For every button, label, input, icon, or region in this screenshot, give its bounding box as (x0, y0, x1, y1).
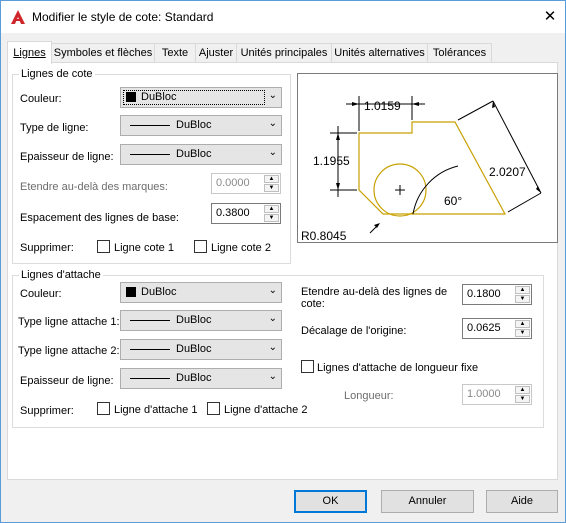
ext-type1-combo[interactable]: DuBloc ⌄ (120, 310, 282, 331)
dialog-window: Modifier le style de cote: Standard ✕ Li… (0, 0, 566, 523)
autocad-logo-icon (11, 10, 25, 24)
spin-down-icon[interactable]: ▼ (264, 184, 279, 192)
preview-dim-right: 2.0207 (489, 165, 526, 179)
dim-linetype-label: Type de ligne: (20, 122, 89, 134)
dim-extend-spinner[interactable]: 0.0000 ▲ ▼ (211, 173, 281, 194)
ext-lineweight-combo[interactable]: DuBloc ⌄ (120, 368, 282, 389)
dim-color-label: Couleur: (20, 93, 62, 105)
ext-offset-spinner[interactable]: 0.0625 ▲ ▼ (462, 318, 532, 339)
line-sample (130, 125, 170, 126)
tab-unites-alternatives[interactable]: Unités alternatives (331, 43, 428, 63)
suppress-ext-line-2-checkbox[interactable] (207, 402, 220, 415)
length-spinner[interactable]: 1.0000 ▲ ▼ (462, 384, 532, 405)
preview-panel: 1.0159 1.1955 2.0207 60° R0.8045 (297, 73, 558, 243)
fixed-length-checkbox[interactable] (301, 360, 314, 373)
preview-dim-left: 1.1955 (313, 154, 350, 168)
spin-up-icon[interactable]: ▲ (515, 386, 530, 394)
spin-down-icon[interactable]: ▼ (264, 214, 279, 222)
line-sample (130, 378, 170, 379)
preview-radius: R0.8045 (301, 229, 347, 242)
fixed-length-label: Lignes d'attache de longueur fixe (317, 362, 479, 374)
close-icon[interactable]: ✕ (536, 4, 564, 30)
tab-texte[interactable]: Texte (154, 43, 196, 63)
ext-extend-spinner[interactable]: 0.1800 ▲ ▼ (462, 284, 532, 305)
dim-lines-group-title: Lignes de cote (19, 68, 95, 80)
suppress-dim-line-1-label: Ligne cote 1 (114, 242, 174, 254)
spin-up-icon[interactable]: ▲ (264, 175, 279, 183)
ok-button[interactable]: OK (294, 490, 367, 513)
color-swatch (126, 92, 136, 102)
tab-unites-principales[interactable]: Unités principales (236, 43, 332, 63)
spin-down-icon[interactable]: ▼ (515, 295, 530, 303)
ext-offset-label: Décalage de l'origine: (301, 325, 407, 337)
preview-shape (358, 121, 507, 215)
ext-lines-group-title: Lignes d'attache (19, 269, 103, 281)
suppress-ext-line-2-label: Ligne d'attache 2 (224, 404, 308, 416)
tab-tolerances[interactable]: Tolérances (427, 43, 492, 63)
tab-symboles-fleches[interactable]: Symboles et flèches (51, 43, 155, 63)
line-sample (130, 349, 170, 350)
suppress-dim-line-1-checkbox[interactable] (97, 240, 110, 253)
dim-suppress-label: Supprimer: (20, 242, 74, 254)
ext-suppress-label: Supprimer: (20, 405, 74, 417)
title-bar: Modifier le style de cote: Standard ✕ (1, 1, 565, 33)
tab-ajuster[interactable]: Ajuster (195, 43, 237, 63)
dim-lineweight-label: Epaisseur de ligne: (20, 151, 114, 163)
length-label: Longueur: (344, 390, 394, 402)
chevron-down-icon: ⌄ (268, 285, 277, 296)
dim-baseline-label: Espacement des lignes de base: (20, 212, 179, 224)
tab-lignes[interactable]: Lignes (7, 41, 52, 64)
dim-linetype-combo[interactable]: DuBloc ⌄ (120, 115, 282, 136)
chevron-down-icon: ⌄ (268, 342, 277, 353)
cancel-button[interactable]: Annuler (381, 490, 474, 513)
suppress-dim-line-2-checkbox[interactable] (194, 240, 207, 253)
ext-lineweight-label: Epaisseur de ligne: (20, 375, 114, 387)
ext-type1-label: Type ligne attache 1: (18, 316, 120, 328)
spin-down-icon[interactable]: ▼ (515, 395, 530, 403)
ext-extend-label: Etendre au-delà des lignes de cote: (301, 286, 448, 310)
ext-type2-label: Type ligne attache 2: (18, 345, 120, 357)
ext-color-combo[interactable]: DuBloc ⌄ (120, 282, 282, 303)
suppress-ext-line-1-label: Ligne d'attache 1 (114, 404, 198, 416)
chevron-down-icon: ⌄ (268, 118, 277, 129)
dim-color-combo[interactable]: DuBloc ⌄ (120, 87, 282, 108)
chevron-down-icon: ⌄ (268, 90, 277, 101)
color-swatch (126, 287, 136, 297)
suppress-ext-line-1-checkbox[interactable] (97, 402, 110, 415)
ext-type2-combo[interactable]: DuBloc ⌄ (120, 339, 282, 360)
dim-baseline-spinner[interactable]: 0.3800 ▲ ▼ (211, 203, 281, 224)
spin-up-icon[interactable]: ▲ (515, 320, 530, 328)
chevron-down-icon: ⌄ (268, 147, 277, 158)
chevron-down-icon: ⌄ (268, 313, 277, 324)
chevron-down-icon: ⌄ (268, 371, 277, 382)
spin-down-icon[interactable]: ▼ (515, 329, 530, 337)
suppress-dim-line-2-label: Ligne cote 2 (211, 242, 271, 254)
spin-up-icon[interactable]: ▲ (515, 286, 530, 294)
line-sample (130, 320, 170, 321)
spin-up-icon[interactable]: ▲ (264, 205, 279, 213)
dim-extend-label: Etendre au-delà des marques: (20, 181, 168, 193)
dimension-preview-drawing: 1.0159 1.1955 2.0207 60° R0.8045 (301, 96, 542, 243)
line-sample (130, 154, 170, 155)
ext-color-label: Couleur: (20, 288, 62, 300)
dim-lineweight-combo[interactable]: DuBloc ⌄ (120, 144, 282, 165)
preview-angle: 60° (444, 194, 462, 208)
help-button[interactable]: Aide (486, 490, 558, 513)
window-title: Modifier le style de cote: Standard (32, 10, 214, 24)
preview-dim-top: 1.0159 (364, 99, 401, 113)
